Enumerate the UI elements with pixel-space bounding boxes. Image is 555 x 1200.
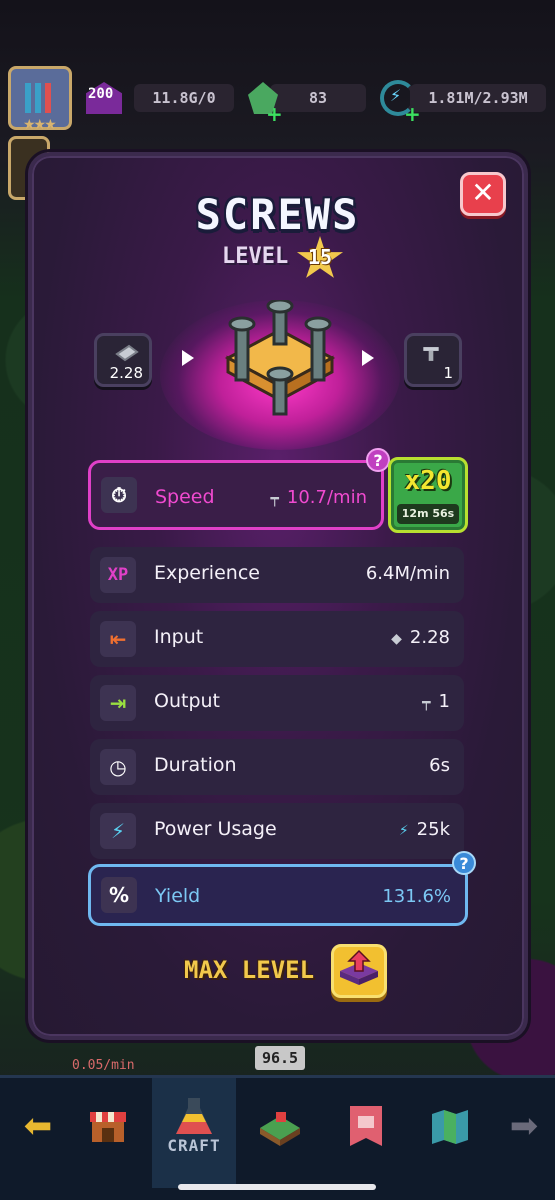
output-icon: ⇥ <box>100 685 136 721</box>
speed-help-button[interactable]: ? <box>366 448 390 472</box>
yield-label: Yield <box>155 885 201 907</box>
upgrade-arrow-icon <box>340 949 378 985</box>
boost-timer: 12m 56s <box>397 504 459 524</box>
stat-value: ⚡ 25k <box>399 819 450 840</box>
lightning-icon: ⚡ <box>398 823 409 839</box>
stat-value: ◆ 2.28 <box>391 627 450 648</box>
add-gems-button[interactable]: + <box>266 102 283 126</box>
boost-multiplier: x20 <box>404 466 452 496</box>
yield-value: 131.6% <box>382 886 451 907</box>
stat-label: Power Usage <box>154 818 277 840</box>
top-hud: ★★★ 200 11.8G/0 83 + 1.81M/2.93M ⚡ + <box>0 60 555 140</box>
speed-label: Speed <box>155 486 215 508</box>
bg-rate-text: 0.05/min <box>72 1058 135 1073</box>
bg-counter: 96.5 <box>255 1046 305 1070</box>
banner-icon[interactable] <box>336 1096 396 1156</box>
stat-value-text: 25k <box>416 819 450 840</box>
clock-icon: ◷ <box>100 749 136 785</box>
player-level: 200 <box>88 86 114 102</box>
input-resource-box: 2.28 <box>94 333 152 387</box>
bottom-nav: ⬅ CRAFT ➡ <box>0 1075 555 1200</box>
input-icon: ⇤ <box>100 621 136 657</box>
percent-icon: % <box>101 877 137 913</box>
stat-value: 6s <box>429 755 450 776</box>
screw-icon: ┯ <box>270 491 279 507</box>
stars-icon: ★★★ <box>23 117 57 133</box>
max-level-label: MAX LEVEL <box>184 956 315 984</box>
screw-icon: ┯ <box>422 695 431 711</box>
upgrade-button[interactable] <box>331 944 387 998</box>
speed-value: ┯ 10.7/min <box>270 487 367 508</box>
stat-label: Input <box>154 626 204 648</box>
stat-label: Experience <box>154 562 260 584</box>
gold-counter: 11.8G/0 <box>134 84 234 112</box>
stat-value: 6.4M/min <box>365 563 450 584</box>
stat-row-output: ⇥ Output ┯ 1 <box>90 675 464 731</box>
island-icon[interactable] <box>250 1096 310 1156</box>
level-value: 15 <box>307 245 333 269</box>
tab-craft-label: CRAFT <box>167 1136 221 1155</box>
metal-sheet-icon <box>115 344 139 362</box>
speed-row[interactable]: ⏱ Speed ┯ 10.7/min <box>88 460 384 530</box>
building-title: SCREWS <box>195 190 360 239</box>
factory-avatar[interactable]: ★★★ <box>8 66 72 133</box>
factory-icon <box>25 83 59 113</box>
output-resource-box: 1 <box>404 333 462 387</box>
yield-help-button[interactable]: ? <box>452 851 476 875</box>
gem-counter: 83 <box>270 84 366 112</box>
yield-row[interactable]: % Yield 131.6% <box>88 864 468 926</box>
arrow-right-icon <box>362 350 374 366</box>
forward-arrow-icon[interactable]: ➡ <box>494 1096 554 1156</box>
stat-value-text: 1 <box>438 691 450 712</box>
map-icon[interactable] <box>420 1096 480 1156</box>
power-counter: 1.81M/2.93M <box>410 84 546 112</box>
stat-row-input: ⇤ Input ◆ 2.28 <box>90 611 464 667</box>
metal-sheet-icon: ◆ <box>391 631 402 647</box>
output-resource-amount: 1 <box>443 364 453 382</box>
screw-icon <box>423 347 439 361</box>
stat-value-text: 2.28 <box>409 627 450 648</box>
screw-machine-icon <box>224 300 336 416</box>
stat-row-experience: XP Experience 6.4M/min <box>90 547 464 603</box>
level-label: LEVEL <box>222 244 289 269</box>
stat-row-power-usage: ⚡ Power Usage ⚡ 25k <box>90 803 464 859</box>
lightning-icon: ⚡ <box>100 813 136 849</box>
input-resource-amount: 2.28 <box>109 364 143 382</box>
xp-icon: XP <box>100 557 136 593</box>
boost-button[interactable]: x20 12m 56s <box>388 457 468 533</box>
stat-label: Duration <box>154 754 237 776</box>
add-power-button[interactable]: + <box>404 102 421 126</box>
arrow-right-icon <box>182 350 194 366</box>
home-indicator <box>178 1184 376 1190</box>
stopwatch-icon: ⏱ <box>101 477 137 513</box>
stat-label: Output <box>154 690 220 712</box>
shop-icon[interactable] <box>78 1096 138 1156</box>
speed-value-text: 10.7/min <box>286 487 367 508</box>
stat-row-duration: ◷ Duration 6s <box>90 739 464 795</box>
back-arrow-icon[interactable]: ⬅ <box>8 1096 68 1156</box>
stat-value: ┯ 1 <box>422 691 450 712</box>
